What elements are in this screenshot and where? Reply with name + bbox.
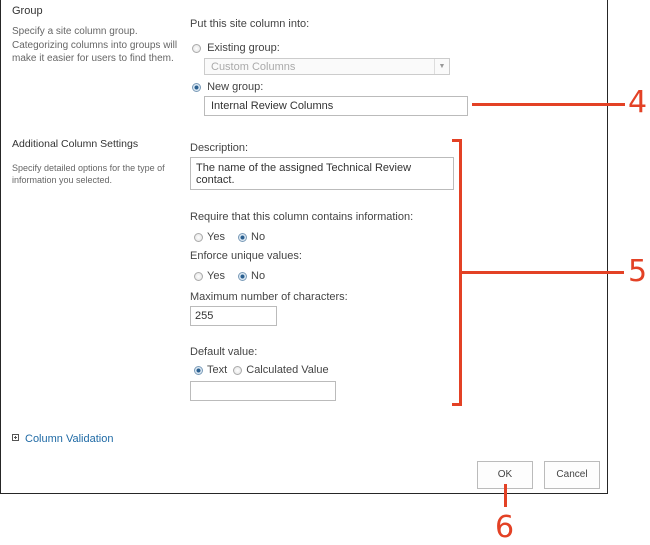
new-group-option[interactable]: New group:	[192, 81, 273, 93]
require-options: Yes No	[194, 231, 275, 243]
existing-group-option[interactable]: Existing group:	[192, 42, 290, 54]
chevron-down-icon[interactable]: ▼	[434, 59, 449, 74]
group-section-title: Group	[12, 5, 43, 17]
default-options: Text Calculated Value	[194, 364, 339, 376]
default-text-label: Text	[207, 364, 228, 377]
unique-yes-label: Yes	[207, 270, 225, 283]
unique-no-radio[interactable]	[238, 271, 248, 281]
group-section-description: Specify a site column group. Categorizin…	[12, 25, 177, 66]
desc-line: Specify detailed options for the type of	[12, 163, 165, 173]
desc-line: information you selected.	[12, 175, 113, 185]
callout-6-number: 6	[495, 510, 515, 545]
additional-section-description: Specify detailed options for the type of…	[12, 162, 165, 186]
existing-group-select[interactable]: Custom Columns ▼	[204, 58, 450, 75]
callout-6-line	[504, 484, 507, 507]
unique-yes-radio[interactable]	[194, 271, 203, 281]
expand-plus-icon[interactable]	[12, 434, 19, 442]
unique-options: Yes No	[194, 270, 275, 282]
desc-line: Specify a site column group.	[12, 26, 138, 37]
new-group-radio[interactable]	[192, 82, 201, 92]
callout-4-number: 4	[628, 85, 648, 120]
existing-group-value: Custom Columns	[211, 61, 296, 73]
desc-line: make it easier for users to find them.	[12, 53, 174, 64]
description-label: Description:	[190, 142, 249, 154]
require-yes-label: Yes	[207, 231, 225, 244]
callout-4-line	[472, 103, 625, 106]
description-textarea[interactable]: The name of the assigned Technical Revie…	[190, 157, 454, 190]
callout-5-bracket-bottom	[452, 403, 462, 406]
additional-section-title: Additional Column Settings	[12, 138, 139, 150]
new-group-label: New group:	[207, 81, 264, 94]
column-validation-link[interactable]: Column Validation	[25, 433, 113, 445]
require-no-label: No	[251, 231, 266, 244]
default-calculated-label: Calculated Value	[246, 364, 329, 377]
column-validation-toggle[interactable]: Column Validation	[12, 429, 113, 447]
require-no-radio[interactable]	[238, 232, 248, 242]
max-chars-label: Maximum number of characters:	[190, 291, 348, 303]
new-group-input[interactable]: Internal Review Columns	[204, 96, 468, 116]
require-yes-radio[interactable]	[194, 232, 203, 242]
existing-group-label: Existing group:	[207, 42, 280, 55]
put-into-label: Put this site column into:	[190, 18, 310, 30]
unique-no-label: No	[251, 270, 266, 283]
callout-5-number: 5	[628, 254, 648, 289]
default-calculated-radio[interactable]	[233, 365, 243, 375]
callout-5-line	[461, 271, 624, 274]
cancel-button[interactable]: Cancel	[544, 461, 600, 489]
default-value-label: Default value:	[190, 346, 258, 358]
require-label: Require that this column contains inform…	[190, 211, 414, 223]
max-chars-input[interactable]: 255	[190, 306, 277, 326]
unique-label: Enforce unique values:	[190, 250, 302, 262]
desc-line: Categorizing columns into groups will	[12, 39, 178, 51]
existing-group-radio[interactable]	[192, 43, 201, 53]
default-text-radio[interactable]	[194, 365, 203, 375]
default-value-input[interactable]	[190, 381, 336, 401]
